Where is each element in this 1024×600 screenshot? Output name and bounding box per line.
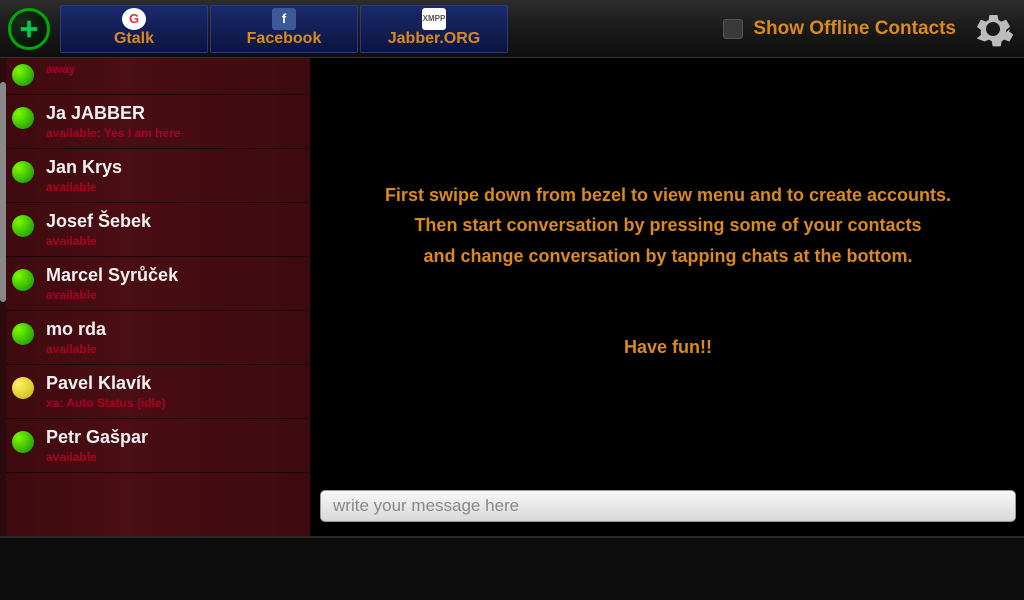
show-offline-checkbox[interactable] bbox=[723, 19, 743, 39]
contact-item[interactable]: mo rda available bbox=[0, 311, 310, 365]
plus-icon bbox=[18, 18, 40, 40]
contact-name: Pavel Klavík bbox=[46, 373, 166, 394]
intro-text: First swipe down from bezel to view menu… bbox=[312, 58, 1024, 484]
contact-status: available: Yes I am here bbox=[46, 126, 181, 140]
contact-status: available bbox=[46, 288, 178, 302]
presence-indicator-icon bbox=[12, 161, 34, 183]
account-tabs: G Gtalk f Facebook XMPP Jabber.ORG bbox=[60, 5, 508, 53]
contact-text: Pavel Klavík xa: Auto Status (idle) bbox=[46, 373, 166, 410]
contact-text: Petr Gašpar available bbox=[46, 427, 148, 464]
contact-name: Marcel Syrůček bbox=[46, 265, 178, 286]
contact-name: Jan Krys bbox=[46, 157, 122, 178]
xmpp-icon: XMPP bbox=[422, 8, 446, 30]
settings-button[interactable] bbox=[970, 6, 1016, 52]
contact-item[interactable]: Marcel Syrůček available bbox=[0, 257, 310, 311]
contact-name: mo rda bbox=[46, 319, 106, 340]
contact-name: Petr Gašpar bbox=[46, 427, 148, 448]
tab-gtalk[interactable]: G Gtalk bbox=[60, 5, 208, 53]
intro-line: Have fun!! bbox=[624, 332, 712, 363]
facebook-icon: f bbox=[272, 8, 296, 30]
show-offline-label: Show Offline Contacts bbox=[753, 18, 956, 40]
message-input[interactable] bbox=[320, 490, 1016, 522]
contact-name: Josef Šebek bbox=[46, 211, 151, 232]
contacts-list[interactable]: away Ja JABBER available: Yes I am here Jan… bbox=[0, 58, 312, 536]
intro-line: and change conversation by tapping chats… bbox=[423, 241, 912, 272]
intro-line: First swipe down from bezel to view menu… bbox=[385, 180, 951, 211]
presence-indicator-icon bbox=[12, 323, 34, 345]
contact-text: away bbox=[46, 60, 75, 76]
gear-icon bbox=[972, 8, 1014, 50]
contact-text: Ja JABBER available: Yes I am here bbox=[46, 103, 181, 140]
intro-line: Then start conversation by pressing some… bbox=[414, 210, 921, 241]
top-toolbar: G Gtalk f Facebook XMPP Jabber.ORG Show … bbox=[0, 0, 1024, 58]
bottom-chat-bar[interactable] bbox=[0, 536, 1024, 600]
tab-label: Facebook bbox=[247, 30, 322, 48]
contact-status: available bbox=[46, 342, 106, 356]
tab-jabber[interactable]: XMPP Jabber.ORG bbox=[360, 5, 508, 53]
tab-label: Gtalk bbox=[114, 30, 154, 48]
show-offline-toggle[interactable]: Show Offline Contacts bbox=[723, 18, 956, 40]
presence-indicator-icon bbox=[12, 107, 34, 129]
tab-label: Jabber.ORG bbox=[388, 30, 480, 48]
contact-item[interactable]: Pavel Klavík xa: Auto Status (idle) bbox=[0, 365, 310, 419]
presence-indicator-icon bbox=[12, 431, 34, 453]
presence-indicator-icon bbox=[12, 269, 34, 291]
contact-status: available bbox=[46, 450, 148, 464]
presence-indicator-icon bbox=[12, 215, 34, 237]
contact-text: Marcel Syrůček available bbox=[46, 265, 178, 302]
contact-item[interactable]: away bbox=[0, 58, 310, 95]
main-area: away Ja JABBER available: Yes I am here Jan… bbox=[0, 58, 1024, 536]
contact-status: away bbox=[46, 62, 75, 76]
contact-item[interactable]: Petr Gašpar available bbox=[0, 419, 310, 473]
contact-name: Ja JABBER bbox=[46, 103, 181, 124]
contact-item[interactable]: Jan Krys available bbox=[0, 149, 310, 203]
gtalk-icon: G bbox=[122, 8, 146, 30]
contact-status: available bbox=[46, 234, 151, 248]
presence-indicator-icon bbox=[12, 64, 34, 86]
message-input-wrap bbox=[312, 484, 1024, 536]
contact-text: Jan Krys available bbox=[46, 157, 122, 194]
presence-indicator-icon bbox=[12, 377, 34, 399]
contact-status: available bbox=[46, 180, 122, 194]
contact-item[interactable]: Ja JABBER available: Yes I am here bbox=[0, 95, 310, 149]
tab-facebook[interactable]: f Facebook bbox=[210, 5, 358, 53]
contact-item[interactable]: Josef Šebek available bbox=[0, 203, 310, 257]
contact-status: xa: Auto Status (idle) bbox=[46, 396, 166, 410]
chat-panel: First swipe down from bezel to view menu… bbox=[312, 58, 1024, 536]
contacts-scrollbar-thumb[interactable] bbox=[0, 82, 6, 302]
contact-text: Josef Šebek available bbox=[46, 211, 151, 248]
contact-text: mo rda available bbox=[46, 319, 106, 356]
add-account-button[interactable] bbox=[8, 8, 50, 50]
